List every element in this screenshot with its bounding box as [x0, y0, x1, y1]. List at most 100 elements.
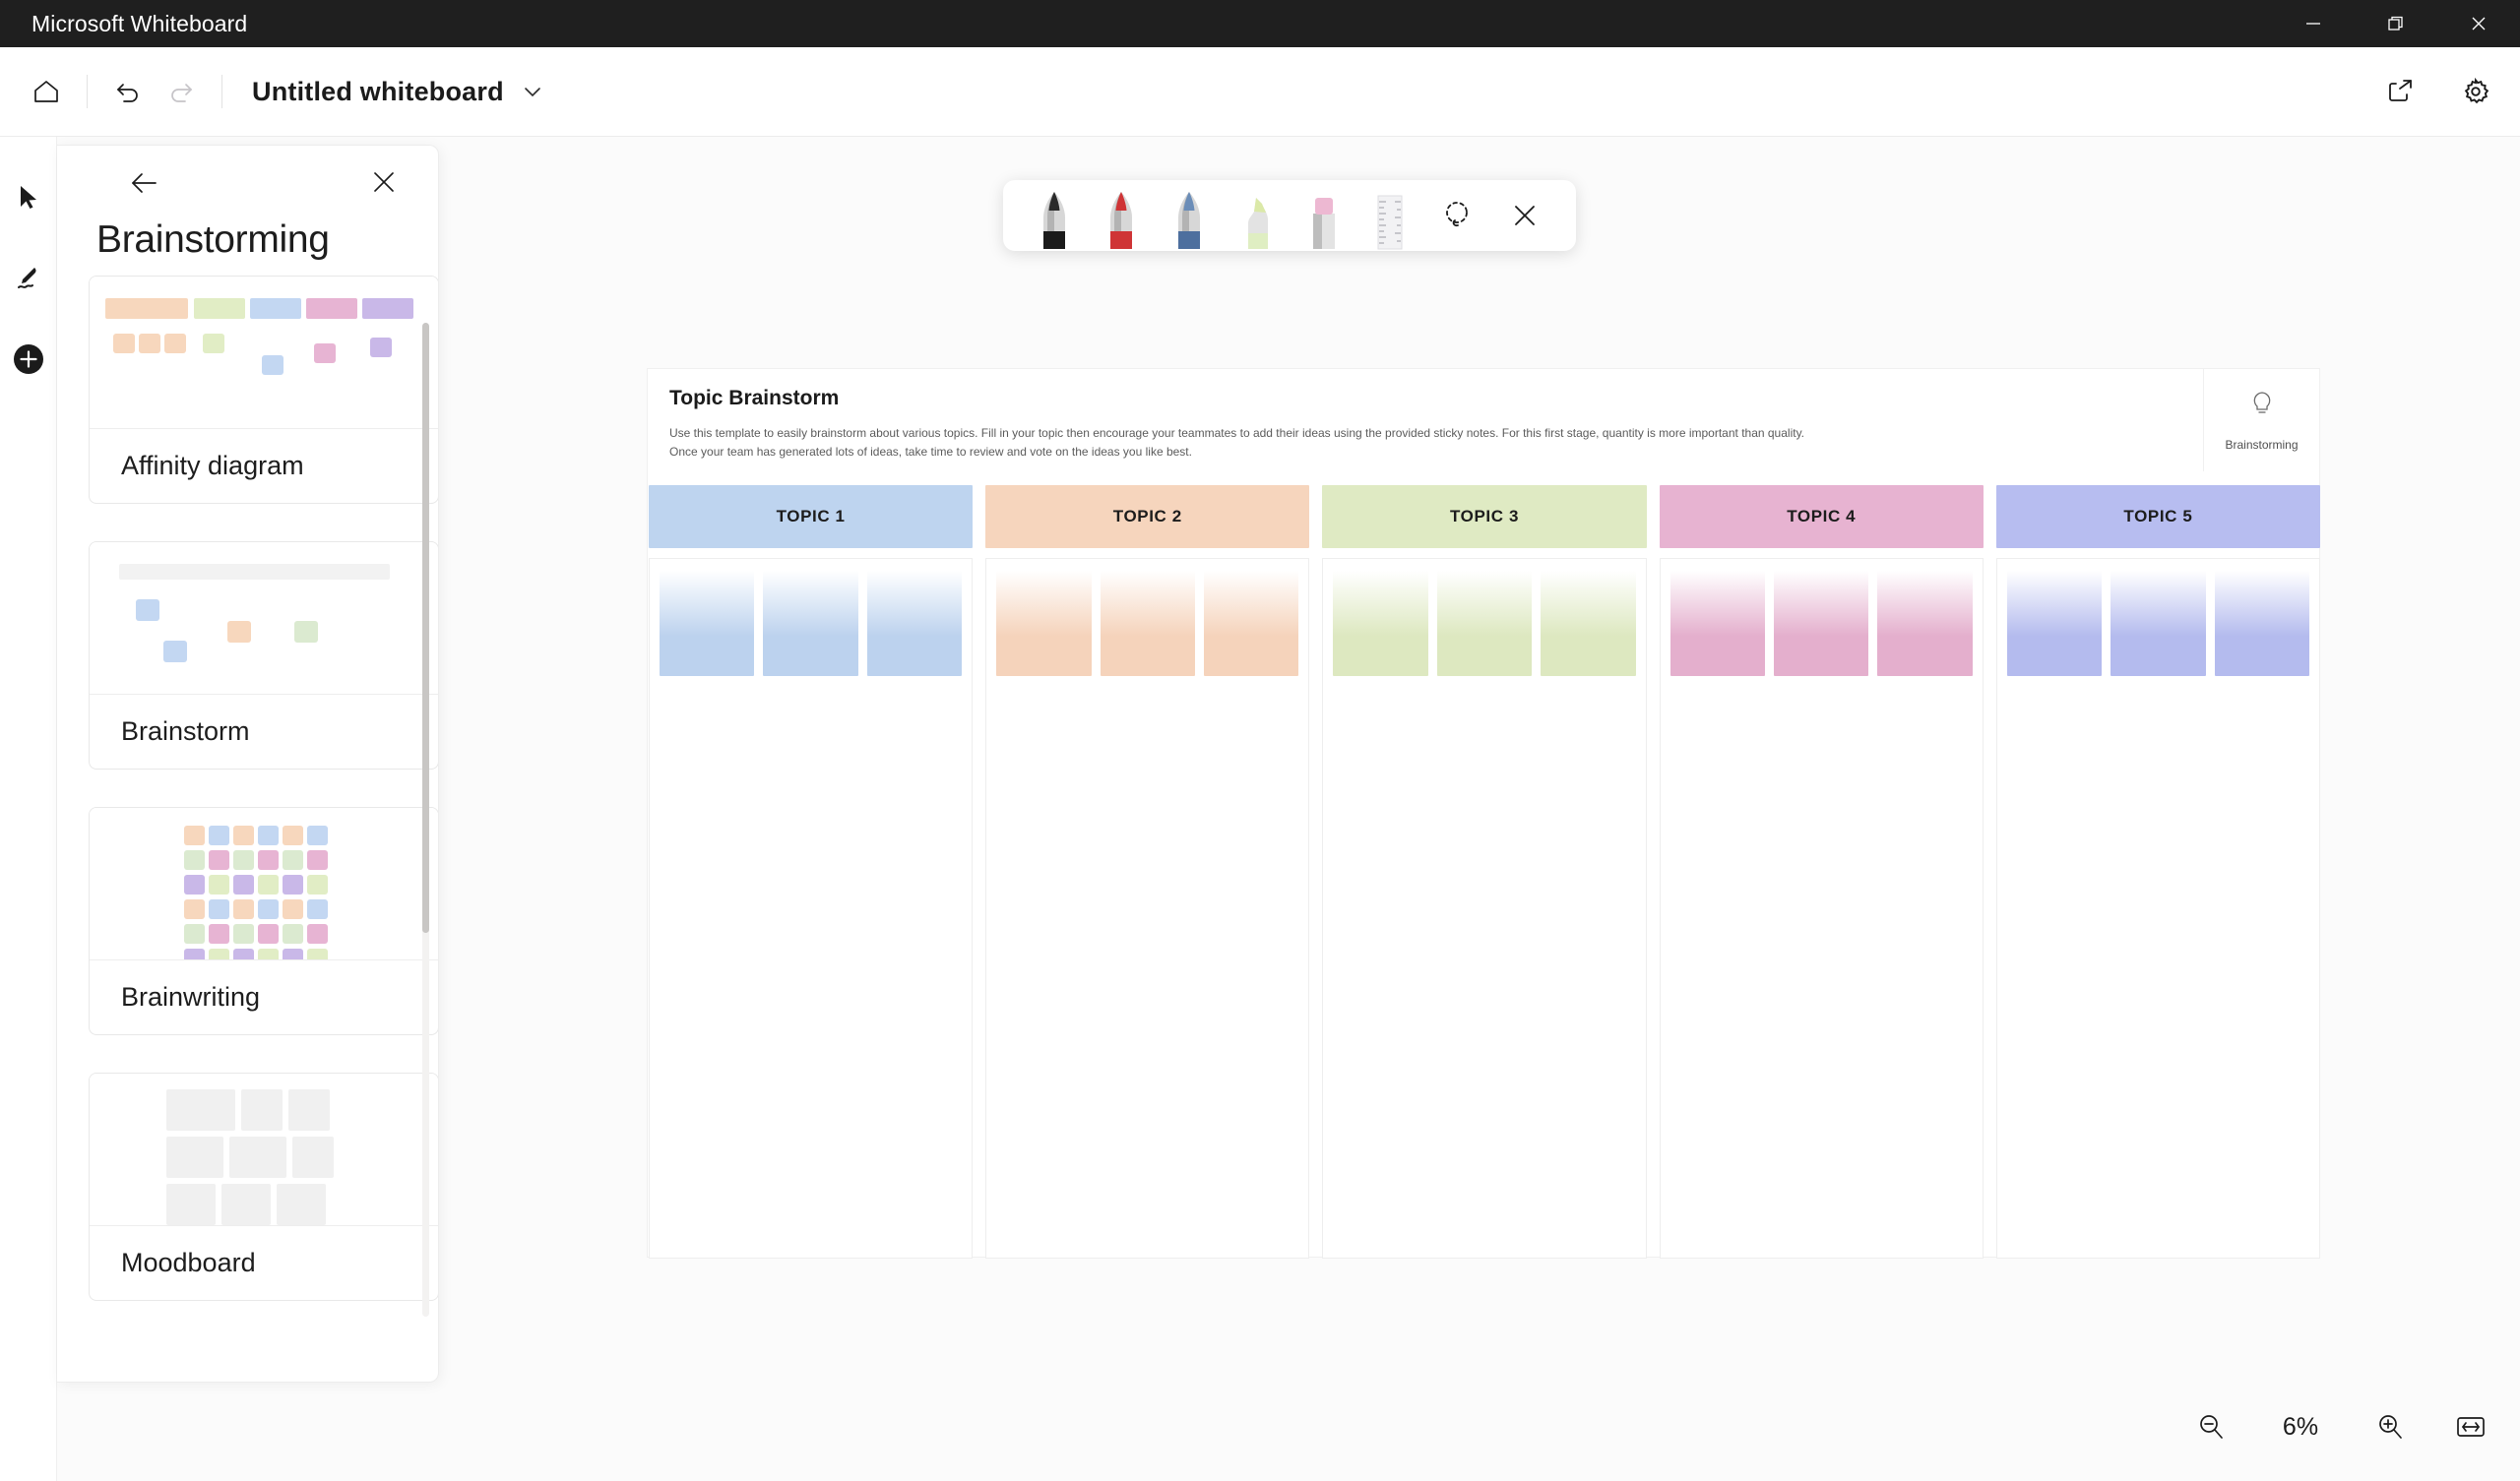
restore-button[interactable] — [2355, 0, 2437, 47]
app-title: Microsoft Whiteboard — [32, 10, 248, 36]
pen-tool-red-pen[interactable] — [1088, 180, 1155, 251]
template-thumbnail-affinity — [90, 277, 438, 428]
document-title[interactable]: Untitled whiteboard — [252, 77, 504, 107]
sticky-note[interactable] — [1333, 571, 1428, 676]
close-button[interactable] — [2437, 0, 2520, 47]
sticky-note[interactable] — [1877, 571, 1973, 676]
topic-column-body[interactable] — [649, 558, 974, 1259]
lasso-select-icon[interactable] — [1424, 180, 1491, 251]
panel-scrollbar-thumb[interactable] — [422, 323, 429, 933]
redo-button[interactable] — [155, 65, 208, 118]
thumb-note — [258, 850, 279, 870]
thumb-note — [184, 924, 205, 944]
sticky-note[interactable] — [660, 571, 755, 676]
sticky-note[interactable] — [1774, 571, 1869, 676]
ink-toolbar-close-icon[interactable] — [1491, 180, 1558, 251]
topic-column-body[interactable] — [1995, 558, 2321, 1259]
sticky-note[interactable] — [1204, 571, 1299, 676]
sticky-note[interactable] — [866, 571, 963, 676]
template-label: Brainwriting — [90, 959, 438, 1034]
topic-column-header[interactable]: TOPIC 2 — [985, 485, 1310, 548]
thumb-placeholder — [166, 1184, 216, 1225]
sticky-note[interactable] — [763, 571, 858, 676]
window-controls — [2272, 0, 2520, 47]
thumb-placeholder — [166, 1089, 235, 1131]
template-card-affinity-diagram[interactable]: Affinity diagram — [89, 276, 438, 504]
thumb-note — [307, 949, 328, 959]
thumb-note — [314, 343, 336, 363]
topic-column[interactable]: TOPIC 3 — [1322, 485, 1647, 1259]
pen-tool-pink-highlighter[interactable] — [1290, 180, 1356, 251]
pen-tool-black-pen[interactable] — [1021, 180, 1088, 251]
thumb-note — [233, 924, 254, 944]
whiteboard-app: Microsoft Whiteboard Untitled whiteboard… — [0, 0, 2520, 1481]
window-titlebar: Microsoft Whiteboard — [0, 0, 2520, 47]
panel-back-arrow-icon[interactable] — [126, 165, 161, 206]
thumb-placeholder — [221, 1184, 271, 1225]
share-button[interactable] — [2374, 65, 2427, 118]
thumb-note — [113, 334, 135, 353]
topic-column[interactable]: TOPIC 1 — [649, 485, 974, 1259]
minimize-button[interactable] — [2272, 0, 2355, 47]
template-card-brainstorm[interactable]: Brainstorm — [89, 541, 438, 770]
topic-column-header[interactable]: TOPIC 3 — [1322, 485, 1647, 548]
undo-button[interactable] — [101, 65, 155, 118]
ink-toolbar — [1003, 180, 1576, 251]
thumb-note — [262, 355, 284, 375]
thumb-note — [258, 899, 279, 919]
thumb-note — [233, 826, 254, 845]
topic-column-body[interactable] — [985, 558, 1310, 1259]
thumb-note — [184, 899, 205, 919]
thumb-note — [307, 899, 328, 919]
template-thumbnail-brainstorm — [90, 542, 438, 694]
thumb-note — [307, 875, 328, 895]
thumb-placeholder — [277, 1184, 326, 1225]
thumb-note — [307, 850, 328, 870]
thumb-note — [283, 875, 303, 895]
tool-rail — [0, 137, 57, 1481]
canvas-frame: Topic Brainstorm Use this template to ea… — [647, 368, 2321, 1259]
topic-column-body[interactable] — [1659, 558, 1984, 1259]
zoom-out-button[interactable] — [2189, 1405, 2233, 1449]
topic-column[interactable]: TOPIC 4 — [1659, 485, 1984, 1259]
thumb-bar — [119, 564, 390, 580]
template-card-moodboard[interactable]: Moodboard — [89, 1073, 438, 1301]
thumb-note — [184, 850, 205, 870]
toolbar-right-group — [2374, 65, 2502, 118]
topic-column-header[interactable]: TOPIC 5 — [1995, 485, 2321, 548]
panel-header: Brainstorming — [57, 146, 438, 276]
sticky-note[interactable] — [2006, 571, 2103, 676]
topic-column-header[interactable]: TOPIC 4 — [1659, 485, 1984, 548]
topic-column[interactable]: TOPIC 2 — [985, 485, 1310, 1259]
sticky-note[interactable] — [1100, 571, 1196, 676]
chevron-down-icon[interactable] — [520, 79, 545, 104]
thumb-note — [258, 949, 279, 959]
sticky-note[interactable] — [1670, 571, 1766, 676]
pen-tool-blue-pen[interactable] — [1156, 180, 1223, 251]
panel-title: Brainstorming — [96, 218, 330, 261]
thumb-note — [283, 826, 303, 845]
panel-close-icon[interactable] — [369, 167, 399, 202]
sticky-note[interactable] — [2110, 571, 2206, 676]
thumb-note — [370, 338, 392, 357]
sticky-note[interactable] — [996, 571, 1092, 676]
home-button[interactable] — [20, 65, 73, 118]
pen-tool-green-highlighter[interactable] — [1223, 180, 1290, 251]
topic-column-header[interactable]: TOPIC 1 — [649, 485, 974, 548]
topic-column-body[interactable] — [1322, 558, 1647, 1259]
ink-tool-pen-icon[interactable] — [9, 259, 48, 298]
settings-gear-icon[interactable] — [2449, 65, 2502, 118]
topic-column[interactable]: TOPIC 5 — [1995, 485, 2321, 1259]
template-card-brainwriting[interactable]: Brainwriting — [89, 807, 438, 1035]
zoom-in-button[interactable] — [2368, 1405, 2412, 1449]
topic-columns: TOPIC 1 TOPIC 2 TOPIC 3 TOPIC 4 TOPIC 5 — [648, 485, 2321, 1259]
thumb-note — [209, 924, 229, 944]
sticky-note[interactable] — [1436, 571, 1533, 676]
thumb-note — [307, 826, 328, 845]
sticky-note[interactable] — [1541, 571, 1636, 676]
fit-to-screen-button[interactable] — [2449, 1405, 2492, 1449]
pen-tool-ruler[interactable] — [1356, 180, 1423, 251]
create-add-button[interactable] — [9, 339, 48, 379]
sticky-note[interactable] — [2214, 571, 2310, 676]
select-tool-cursor-icon[interactable] — [9, 178, 48, 217]
